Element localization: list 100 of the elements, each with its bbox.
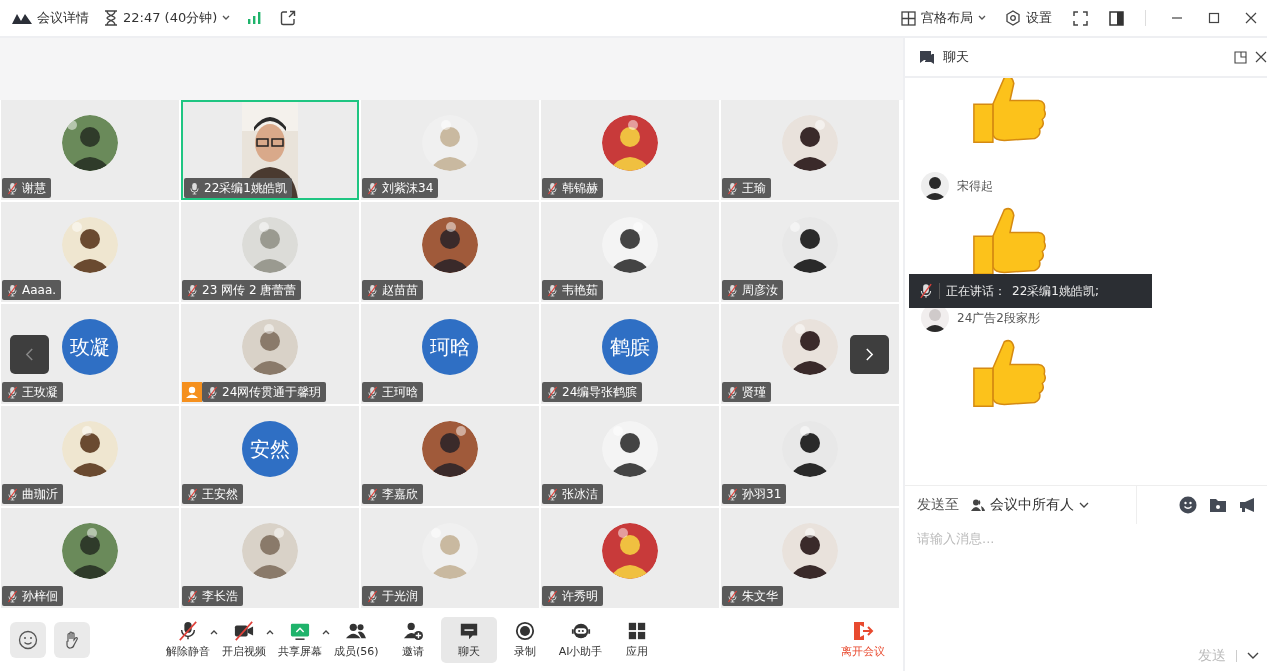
leave-meeting-button[interactable]: 离开会议	[835, 619, 891, 660]
participant-tile[interactable]: 贤瑾	[721, 304, 899, 404]
participant-name-tag: 张冰洁	[542, 484, 603, 504]
participant-name-tag: 24网传贯通于馨玥	[202, 382, 327, 402]
participant-name-tag: 22采编1姚皓凯	[184, 178, 292, 198]
participant-tile[interactable]: 李长浩	[181, 508, 359, 608]
avatar-initials: 安然	[242, 421, 298, 477]
exit-icon	[852, 620, 874, 641]
participant-tile[interactable]: 鹤膑 24编导张鹤膑	[541, 304, 719, 404]
emoji-icon[interactable]	[1179, 496, 1197, 514]
participant-name-tag: 曲珈沂	[2, 484, 63, 504]
layout-dropdown[interactable]: 宫格布局	[921, 9, 973, 27]
close-icon[interactable]	[1245, 12, 1257, 24]
toolbar-button[interactable]: 邀请	[384, 616, 441, 663]
caret-icon[interactable]	[266, 628, 274, 635]
participant-tile[interactable]: 韦艳茹	[541, 202, 719, 302]
speaking-label: 正在讲话：	[946, 282, 1006, 300]
chat-icon	[919, 49, 935, 65]
toolbar-button[interactable]: 成员(56)	[328, 616, 385, 663]
chevron-down-icon[interactable]	[1247, 652, 1259, 660]
participant-name-tag: 谢慧	[2, 178, 51, 198]
participant-name-tag: 赵苗苗	[362, 280, 423, 300]
caret-icon[interactable]	[322, 628, 330, 635]
toolbar-button[interactable]: 录制	[496, 616, 553, 663]
participant-name-tag: 王玫凝	[2, 382, 63, 402]
participant-name-tag: 于光润	[362, 586, 423, 606]
participant-tile[interactable]: Aaaa.	[1, 202, 179, 302]
chevron-down-icon[interactable]	[222, 15, 231, 21]
participant-tile[interactable]: 韩锦赫	[541, 100, 719, 200]
maximize-icon[interactable]	[1208, 12, 1220, 24]
avatar-initials: 鹤膑	[602, 319, 658, 375]
participant-tile[interactable]: 张冰洁	[541, 406, 719, 506]
participant-tile[interactable]: 23 网传 2 唐蕾蕾	[181, 202, 359, 302]
participant-name-tag: 朱文华	[722, 586, 783, 606]
raise-hand-button[interactable]	[54, 621, 90, 658]
participant-tile[interactable]: 刘紫沫34	[361, 100, 539, 200]
toolbar-button[interactable]: 解除静音	[160, 616, 216, 663]
avatar-initials: 珂晗	[422, 319, 478, 375]
people-icon	[971, 499, 985, 511]
meeting-time[interactable]: 22:47 (40分钟)	[123, 9, 218, 27]
sidebar-toggle-icon[interactable]	[1109, 10, 1124, 26]
participant-name-tag: 孙羽31	[722, 484, 787, 504]
smiley-icon	[18, 629, 38, 650]
hourglass-icon	[104, 10, 118, 26]
settings-icon[interactable]	[1005, 10, 1021, 26]
participant-tile[interactable]: 曲珈沂	[1, 406, 179, 506]
participant-name-tag: 李长浩	[182, 586, 243, 606]
pop-out-icon[interactable]	[1234, 50, 1247, 64]
megaphone-icon[interactable]	[1239, 497, 1257, 513]
participant-tile[interactable]: 孙梓佪	[1, 508, 179, 608]
toolbar-button[interactable]: 应用	[608, 616, 665, 663]
participant-name-tag: 贤瑾	[722, 382, 771, 402]
toolbar-button[interactable]: AI小助手	[552, 616, 609, 663]
participant-tile[interactable]: 22采编1姚皓凯	[181, 100, 359, 200]
participant-tile[interactable]: 赵苗苗	[361, 202, 539, 302]
participant-name-tag: 许秀明	[542, 586, 603, 606]
close-icon[interactable]	[1255, 51, 1267, 63]
next-page-button[interactable]	[850, 335, 889, 374]
grid-icon	[901, 10, 916, 26]
participant-tile[interactable]: 玫凝 王玫凝	[1, 304, 179, 404]
participant-name-tag: 23 网传 2 唐蕾蕾	[182, 280, 302, 300]
participant-name-tag: 韦艳茹	[542, 280, 603, 300]
reaction-button[interactable]	[10, 621, 46, 658]
participant-tile[interactable]: 周彦汝	[721, 202, 899, 302]
avatar-initials: 玫凝	[62, 319, 118, 375]
signal-icon	[247, 12, 262, 24]
participant-name-tag: 刘紫沫34	[362, 178, 439, 198]
toolbar-button[interactable]: 共享屏幕	[272, 616, 328, 663]
participant-tile[interactable]: 李嘉欣	[361, 406, 539, 506]
recipient-dropdown[interactable]: 会议中所有人	[971, 496, 1089, 514]
fullscreen-icon[interactable]	[1073, 10, 1088, 26]
folder-icon[interactable]	[1209, 497, 1227, 513]
participant-tile[interactable]: 朱文华	[721, 508, 899, 608]
sender-name: 24广告2段家彤	[957, 309, 1040, 327]
previous-page-button[interactable]	[10, 335, 49, 374]
participant-name-tag: 王安然	[182, 484, 243, 504]
participant-name-tag: 24编导张鹤膑	[542, 382, 643, 402]
toolbar-button[interactable]: 聊天	[440, 616, 497, 663]
participant-tile[interactable]: 孙羽31	[721, 406, 899, 506]
participant-tile[interactable]: 安然 王安然	[181, 406, 359, 506]
send-to-label: 发送至	[917, 496, 959, 514]
external-link-icon[interactable]	[280, 10, 297, 26]
participant-name-tag: Aaaa.	[2, 280, 62, 300]
participant-tile[interactable]: 许秀明	[541, 508, 719, 608]
participant-tile[interactable]: 谢慧	[1, 100, 179, 200]
toolbar-button[interactable]: 开启视频	[216, 616, 272, 663]
participant-name-tag: 孙梓佪	[2, 586, 63, 606]
caret-icon[interactable]	[210, 628, 218, 635]
participant-tile[interactable]: 24网传贯通于馨玥	[181, 304, 359, 404]
meeting-details-link[interactable]: 会议详情	[37, 9, 89, 27]
participant-tile[interactable]: 于光润	[361, 508, 539, 608]
participant-tile[interactable]: 珂晗 王珂晗	[361, 304, 539, 404]
participant-name-tag: 王瑜	[722, 178, 771, 198]
chat-title: 聊天	[943, 48, 969, 66]
settings-link[interactable]: 设置	[1026, 9, 1052, 27]
speaker-name: 22采编1姚皓凯;	[1012, 282, 1099, 300]
logo-icon	[12, 12, 32, 24]
participant-tile[interactable]: 王瑜	[721, 100, 899, 200]
chevron-down-icon[interactable]	[978, 15, 986, 21]
sender-name: 宋得起	[957, 177, 993, 195]
